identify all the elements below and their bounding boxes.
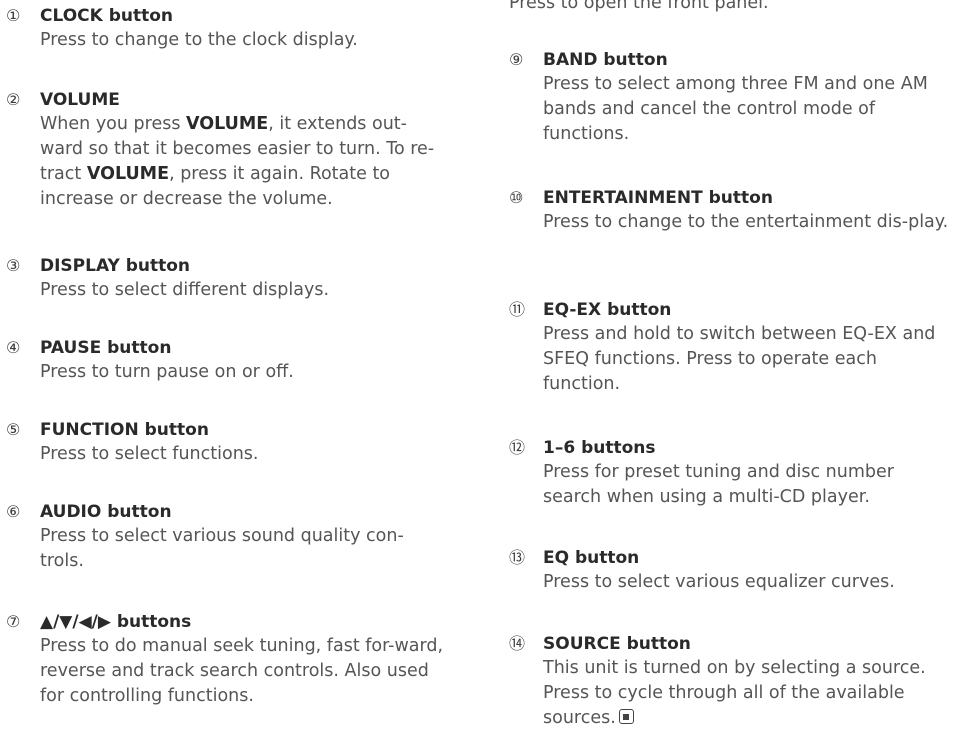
item-number: ⑬ bbox=[509, 548, 526, 567]
item-band: ⑨ BAND button Press to select among three… bbox=[509, 48, 949, 147]
item-function: ⑤ FUNCTION button Press to select functio… bbox=[6, 418, 258, 467]
item-number: ⑨ bbox=[509, 50, 524, 69]
item-pause: ④ PAUSE button Press to turn pause on or … bbox=[6, 336, 294, 385]
item-number: ⑩ bbox=[509, 188, 524, 207]
item-title: EQ button bbox=[543, 548, 640, 568]
item-description: Press to select various sound quality co… bbox=[40, 526, 404, 571]
item-description: Press for preset tuning and disc number … bbox=[543, 462, 894, 507]
front-panel-description: Press to open the front panel. bbox=[509, 0, 769, 13]
item-audio: ⑥ AUDIO button Press to select various so… bbox=[6, 500, 446, 574]
item-presets: ⑫ 1–6 buttons Press for preset tuning and… bbox=[509, 436, 949, 510]
item-title: 1–6 buttons bbox=[543, 438, 656, 458]
item-title: AUDIO button bbox=[40, 502, 172, 522]
item-title: DISPLAY button bbox=[40, 256, 191, 276]
item-number: ④ bbox=[6, 338, 21, 357]
item-eq-ex: ⑪ EQ-EX button Press and hold to switch b… bbox=[509, 298, 949, 397]
item-number: ⑦ bbox=[6, 612, 21, 631]
item-description: Press to change to the clock display. bbox=[40, 30, 358, 50]
item-number: ⑥ bbox=[6, 502, 21, 521]
item-title: CLOCK button bbox=[40, 6, 174, 26]
item-description: Press to do manual seek tuning, fast for… bbox=[40, 636, 444, 706]
item-arrows: ⑦ ▲/▼/◀/▶ buttons Press to do manual seek… bbox=[6, 610, 446, 709]
item-description: Press to select functions. bbox=[40, 444, 259, 464]
item-description: Press to change to the entertainment dis… bbox=[543, 212, 949, 232]
item-description: Press and hold to switch between EQ-EX a… bbox=[543, 324, 936, 394]
item-display: ③ DISPLAY button Press to select differen… bbox=[6, 254, 329, 303]
item-description: This unit is turned on by selecting a so… bbox=[543, 658, 926, 728]
item-number: ② bbox=[6, 90, 21, 109]
item-number: ① bbox=[6, 6, 21, 25]
item-source: ⑭ SOURCE button This unit is turned on by… bbox=[509, 632, 949, 731]
item-description: Press to select different displays. bbox=[40, 280, 330, 300]
item-volume: ② VOLUME When you press VOLUME, it extend… bbox=[6, 88, 446, 212]
item-title: ▲/▼/◀/▶ buttons bbox=[40, 612, 192, 632]
item-description: Press to select among three FM and one A… bbox=[543, 74, 928, 144]
item-description: Press to select various equalizer curves… bbox=[543, 572, 895, 592]
item-number: ⑫ bbox=[509, 438, 526, 457]
item-entertainment: ⑩ ENTERTAINMENT button Press to change to… bbox=[509, 186, 948, 235]
item-title: FUNCTION button bbox=[40, 420, 209, 440]
item-number: ⑭ bbox=[509, 634, 526, 653]
item-number: ⑤ bbox=[6, 420, 21, 439]
item-number: ③ bbox=[6, 256, 21, 275]
item-title: PAUSE button bbox=[40, 338, 172, 358]
item-number: ⑪ bbox=[509, 300, 526, 319]
item-title: EQ-EX button bbox=[543, 300, 672, 320]
item-title: VOLUME bbox=[40, 90, 120, 110]
item-clock: ① CLOCK button Press to change to the clo… bbox=[6, 4, 358, 53]
item-eq: ⑬ EQ button Press to select various equal… bbox=[509, 546, 895, 595]
item-description: When you press VOLUME, it extends out-wa… bbox=[40, 114, 435, 209]
item-title: ENTERTAINMENT button bbox=[543, 188, 773, 208]
item-title: SOURCE button bbox=[543, 634, 691, 654]
item-description: Press to turn pause on or off. bbox=[40, 362, 294, 382]
stop-square-icon bbox=[618, 709, 634, 724]
item-title: BAND button bbox=[543, 50, 668, 70]
